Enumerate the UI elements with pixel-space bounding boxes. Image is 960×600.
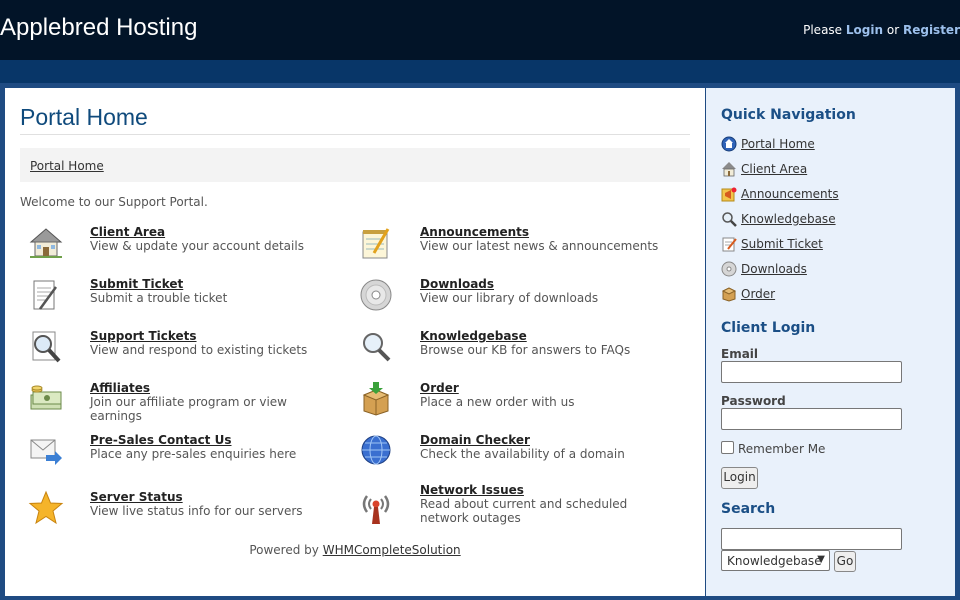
- cd-icon: [360, 279, 392, 311]
- affiliates-desc: Join our affiliate program or view earni…: [90, 395, 287, 423]
- title-divider: [20, 134, 690, 135]
- knowledgebase-desc: Browse our KB for answers to FAQs: [420, 343, 631, 357]
- downloads-desc: View our library of downloads: [420, 291, 599, 305]
- search-type-value: Knowledgebase: [727, 554, 822, 568]
- breadcrumb-portal-home[interactable]: Portal Home: [30, 159, 104, 173]
- welcome-prefix: Please: [803, 23, 843, 37]
- password-label: Password: [721, 394, 786, 408]
- antenna-icon: [362, 495, 390, 524]
- star-icon: [28, 490, 64, 525]
- sidebar-link-submit-ticket[interactable]: Submit Ticket: [741, 237, 823, 251]
- search-input[interactable]: [721, 528, 902, 550]
- money-icon: [30, 385, 62, 410]
- page-title: Portal Home: [20, 104, 148, 130]
- network-issues-link[interactable]: Network Issues: [420, 483, 524, 497]
- powered-by: Powered by WHMCompleteSolution: [5, 543, 705, 557]
- magnifier-icon: [722, 212, 737, 227]
- remember-me-label: Remember Me: [738, 442, 826, 456]
- server-status-link[interactable]: Server Status: [90, 490, 183, 504]
- search-type-select[interactable]: Knowledgebase ▼: [721, 550, 830, 571]
- sidebar-link-knowledgebase[interactable]: Knowledgebase: [741, 212, 836, 226]
- downloads-link[interactable]: Downloads: [420, 277, 494, 291]
- client-login-heading: Client Login: [721, 320, 816, 336]
- order-desc: Place a new order with us: [420, 395, 575, 409]
- submit-ticket-desc: Submit a trouble ticket: [90, 291, 228, 305]
- sidebar-link-order[interactable]: Order: [741, 287, 775, 301]
- announcements-link[interactable]: Announcements: [420, 225, 529, 239]
- password-field[interactable]: [721, 408, 902, 430]
- home-globe-icon: [721, 136, 737, 152]
- go-button[interactable]: Go: [834, 551, 856, 572]
- register-link[interactable]: Register: [903, 23, 960, 37]
- site-logo[interactable]: Applebred Hosting: [0, 14, 197, 42]
- pre-sales-contact-desc: Place any pre-sales enquiries here: [90, 447, 297, 461]
- magnifier-icon: [363, 333, 391, 362]
- ticket-pencil-icon: [722, 237, 737, 252]
- order-link[interactable]: Order: [420, 381, 459, 395]
- affiliates-link[interactable]: Affiliates: [90, 381, 150, 395]
- pre-sales-contact-link[interactable]: Pre-Sales Contact Us: [90, 433, 232, 447]
- email-field[interactable]: [721, 361, 902, 383]
- cd-icon: [721, 261, 737, 277]
- network-issues-desc: Read about current and scheduled network…: [420, 497, 628, 525]
- support-tickets-desc: View and respond to existing tickets: [90, 343, 308, 357]
- chevron-down-icon: ▼: [817, 554, 825, 565]
- email-label: Email: [721, 347, 759, 361]
- breadcrumb: Portal Home: [20, 148, 690, 182]
- main-content: Portal Home Portal Home Welcome to our S…: [5, 88, 705, 596]
- powered-prefix: Powered by: [249, 543, 319, 557]
- sidebar-link-portal-home[interactable]: Portal Home: [741, 137, 815, 151]
- magnifier-document-icon: [32, 331, 61, 363]
- login-button[interactable]: Login: [721, 467, 758, 489]
- quick-navigation-heading: Quick Navigation: [721, 107, 856, 123]
- box-icon: [362, 382, 390, 416]
- sidebar-link-client-area[interactable]: Client Area: [741, 162, 807, 176]
- client-area-desc: View & update your account details: [90, 239, 304, 253]
- knowledgebase-link[interactable]: Knowledgebase: [420, 329, 527, 343]
- server-status-desc: View live status info for our servers: [90, 504, 303, 518]
- sidebar: Quick Navigation Portal Home Client Area…: [706, 88, 955, 596]
- remember-me-checkbox[interactable]: [721, 441, 734, 454]
- client-area-link[interactable]: Client Area: [90, 225, 165, 239]
- sidebar-link-announcements[interactable]: Announcements: [741, 187, 839, 201]
- or-text: or: [886, 23, 900, 37]
- globe-icon: [361, 435, 391, 465]
- login-link[interactable]: Login: [846, 23, 883, 37]
- submit-ticket-link[interactable]: Submit Ticket: [90, 277, 183, 291]
- domain-checker-link[interactable]: Domain Checker: [420, 433, 530, 447]
- domain-checker-desc: Check the availability of a domain: [420, 447, 625, 461]
- megaphone-icon: [721, 187, 737, 202]
- top-bar: Applebred Hosting Please Login or Regist…: [0, 0, 960, 60]
- whmcs-link[interactable]: WHMCompleteSolution: [323, 543, 461, 557]
- box-icon: [721, 287, 737, 302]
- search-heading: Search: [721, 501, 776, 517]
- house-icon: [722, 162, 736, 177]
- support-tickets-link[interactable]: Support Tickets: [90, 329, 197, 343]
- welcome-message: Welcome to our Support Portal.: [20, 195, 208, 209]
- header-stripe: [0, 60, 960, 83]
- house-icon: [29, 228, 63, 258]
- document-pencil-icon: [33, 280, 58, 310]
- notepad-icon: [362, 228, 390, 259]
- announcements-desc: View our latest news & announcements: [420, 239, 659, 253]
- email-arrow-icon: [30, 439, 62, 465]
- welcome-text: Please Login or Register: [803, 23, 960, 37]
- sidebar-link-downloads[interactable]: Downloads: [741, 262, 807, 276]
